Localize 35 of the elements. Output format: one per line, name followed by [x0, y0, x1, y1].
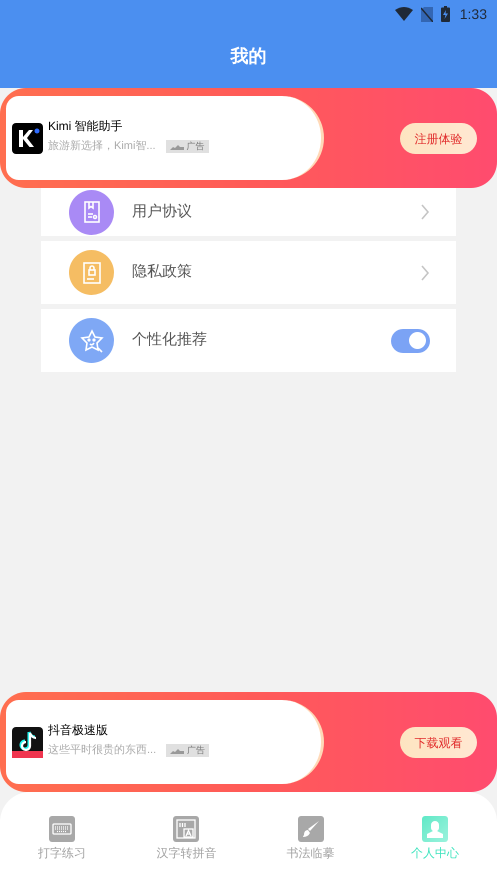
- lock-document-icon: [69, 250, 114, 295]
- nav-tab[interactable]: 打字练习: [0, 816, 124, 883]
- ad-logo-icon: [170, 748, 184, 754]
- page-title: 我的: [230, 44, 266, 68]
- chevron-right-icon: [420, 264, 430, 280]
- person-icon: [422, 816, 448, 842]
- nav-tab[interactable]: 书法临摹: [248, 816, 373, 883]
- battery-icon: [440, 6, 450, 22]
- music-note-icon: [12, 726, 43, 758]
- nav-tab[interactable]: 汉字转拼音: [124, 816, 248, 883]
- menu-label: 个性化推荐: [132, 330, 208, 350]
- text-convert-icon: [173, 816, 200, 842]
- ad-banner[interactable]: 抖音极速版 这些平时很贵的东西... 广告 下载观看: [0, 692, 497, 792]
- menu-row[interactable]: 个性化推荐: [41, 309, 456, 372]
- ad-description: 这些平时很贵的东西...: [48, 744, 156, 758]
- brush-icon: [298, 816, 324, 842]
- ad-action-button[interactable]: 注册体验: [400, 123, 477, 154]
- menu-row[interactable]: 用户协议: [41, 188, 456, 236]
- no-sim-icon: [420, 6, 433, 22]
- ad-title: Kimi 智能助手: [48, 118, 124, 134]
- ad-logo-icon: [170, 144, 184, 150]
- ad-description: 旅游新选择，Kimi智...: [48, 140, 156, 154]
- chevron-right-icon: [420, 204, 430, 220]
- ad-banner[interactable]: Kimi 智能助手 旅游新选择，Kimi智... 广告 注册体验: [0, 88, 497, 188]
- menu-label: 隐私政策: [132, 262, 193, 282]
- keyboard-icon: [49, 816, 76, 842]
- ad-action-button[interactable]: 下载观看: [400, 727, 477, 758]
- menu-row[interactable]: 隐私政策: [41, 241, 456, 304]
- document-icon: [69, 190, 114, 234]
- menu-label: 用户协议: [132, 202, 193, 222]
- toggle-switch[interactable]: [391, 328, 430, 352]
- wifi-icon: [394, 7, 413, 21]
- app-logo-icon: [12, 122, 43, 154]
- ad-title: 抖音极速版: [48, 722, 109, 738]
- status-time: 1:33: [460, 4, 487, 24]
